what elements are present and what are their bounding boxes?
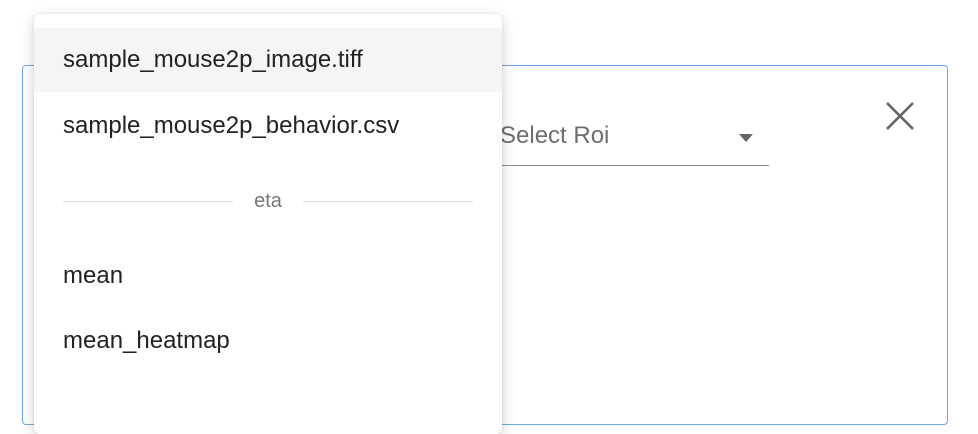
group-label: eta bbox=[254, 190, 282, 212]
close-button[interactable] bbox=[884, 100, 916, 132]
file-dropdown-menu: sample_mouse2p_image.tiff sample_mouse2p… bbox=[34, 14, 502, 434]
menu-item[interactable]: sample_mouse2p_image.tiff bbox=[34, 28, 502, 92]
group-divider: eta bbox=[63, 190, 473, 212]
menu-item[interactable]: mean_heatmap bbox=[34, 309, 502, 373]
menu-item[interactable]: mean bbox=[34, 244, 502, 308]
roi-select[interactable]: Select Roi bbox=[480, 110, 769, 166]
roi-select-placeholder: Select Roi bbox=[500, 122, 610, 149]
close-icon bbox=[886, 102, 914, 130]
caret-down-icon bbox=[739, 134, 753, 142]
menu-item[interactable]: sample_mouse2p_behavior.csv bbox=[34, 94, 502, 158]
